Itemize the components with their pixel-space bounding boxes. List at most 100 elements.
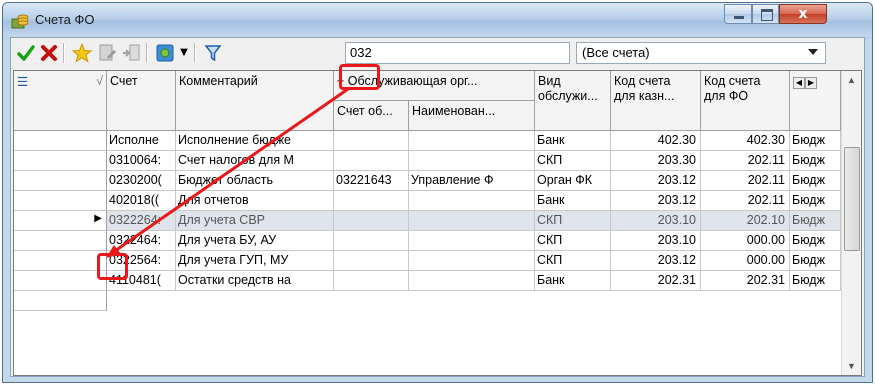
close-button[interactable]: x	[779, 4, 827, 24]
grid-cell-fo[interactable]: 402.30	[701, 131, 790, 151]
grid-cell-fo[interactable]: 202.31	[701, 271, 790, 291]
title-bar[interactable]: Счета ФО x	[3, 3, 872, 37]
grid-cell-vid[interactable]: СКП	[535, 211, 611, 231]
check-icon[interactable]	[17, 42, 35, 64]
grid-cell-name[interactable]	[409, 251, 535, 271]
row-indicator[interactable]	[14, 291, 107, 311]
row-indicator[interactable]	[14, 131, 107, 151]
grid-cell-name[interactable]	[409, 131, 535, 151]
grid-cell-vid[interactable]: Банк	[535, 131, 611, 151]
chevron-down-icon[interactable]	[808, 49, 818, 55]
grid-cell-comment[interactable]: Исполнение бюдже	[176, 131, 334, 151]
scrollbar-thumb[interactable]	[844, 147, 860, 251]
search-input[interactable]: 032	[345, 42, 570, 64]
grid-cell-acc[interactable]	[334, 211, 409, 231]
grid-cell-comment[interactable]: Остатки средств на	[176, 271, 334, 291]
grid-cell-kazn[interactable]: 203.12	[611, 191, 701, 211]
scroll-up-icon[interactable]: ▲	[847, 75, 856, 85]
grid-cell-kazn[interactable]: 203.12	[611, 251, 701, 271]
grid-cell-comment[interactable]: Счет налогов для М	[176, 151, 334, 171]
grid-cell-name[interactable]	[409, 231, 535, 251]
grid-cell-vid[interactable]: Орган ФК	[535, 171, 611, 191]
row-indicator[interactable]	[14, 171, 107, 191]
scroll-right-icon[interactable]: ▶	[805, 77, 817, 89]
grid-cell-vid[interactable]: Банк	[535, 271, 611, 291]
cancel-icon[interactable]	[40, 42, 58, 64]
grid-cell-last[interactable]: Бюдж	[790, 231, 841, 251]
row-indicator[interactable]	[14, 151, 107, 171]
grid-cell-fo[interactable]: 000.00	[701, 251, 790, 271]
col-header-serv-org-account[interactable]: Счет об...	[334, 101, 409, 131]
col-header-kod-fo[interactable]: Код счета для ФО	[701, 71, 790, 131]
grid-cell-vid[interactable]: СКП	[535, 231, 611, 251]
row-indicator[interactable]	[14, 251, 107, 271]
grid-cell-acc[interactable]	[334, 251, 409, 271]
grid-cell-schet[interactable]: Исполне	[107, 131, 176, 151]
grid-cell-name[interactable]: Управление Ф	[409, 171, 535, 191]
scroll-down-icon[interactable]: ▼	[847, 361, 856, 371]
vertical-scrollbar[interactable]: ▲ ▼	[841, 71, 861, 375]
grid-cell-comment[interactable]: Для отчетов	[176, 191, 334, 211]
grid-cell-vid[interactable]: СКП	[535, 151, 611, 171]
grid-cell-name[interactable]	[409, 151, 535, 171]
grid-cell-kazn[interactable]: 203.10	[611, 211, 701, 231]
grid-cell-kazn[interactable]: 202.31	[611, 271, 701, 291]
grid-cell-comment[interactable]: Для учета БУ, АУ	[176, 231, 334, 251]
chevron-down-icon[interactable]: ▼	[179, 42, 189, 64]
settings-icon[interactable]	[155, 42, 177, 64]
col-header-serv-org-name[interactable]: Наименован...	[409, 101, 535, 131]
grid-cell-name[interactable]	[409, 191, 535, 211]
grid-cell-schet[interactable]: 0310064:	[107, 151, 176, 171]
doc-edit-icon[interactable]	[97, 42, 117, 64]
col-header-schet[interactable]: Счет	[107, 71, 176, 131]
grid-cell-kazn[interactable]: 203.30	[611, 151, 701, 171]
grid-cell-last[interactable]: Бюдж	[790, 191, 841, 211]
grid-cell-acc[interactable]: 03221643	[334, 171, 409, 191]
grid-cell-last[interactable]: Бюдж	[790, 171, 841, 191]
grid-cell-kazn[interactable]: 402.30	[611, 131, 701, 151]
grid-cell-fo[interactable]: 202.11	[701, 191, 790, 211]
account-filter-select[interactable]: (Все счета)	[576, 42, 826, 64]
filter-icon[interactable]	[203, 42, 223, 64]
row-indicator[interactable]	[14, 271, 107, 291]
grid-cell-comment[interactable]: Бюджет область	[176, 171, 334, 191]
grid-cell-fo[interactable]: 202.11	[701, 151, 790, 171]
grid-cell-kazn[interactable]: 203.10	[611, 231, 701, 251]
grid-cell-name[interactable]	[409, 211, 535, 231]
grid-cell-fo[interactable]: 202.10	[701, 211, 790, 231]
grid-cell-last[interactable]: Бюдж	[790, 151, 841, 171]
grid-cell-acc[interactable]	[334, 131, 409, 151]
grid-cell-name[interactable]	[409, 271, 535, 291]
row-indicator[interactable]	[14, 191, 107, 211]
grid-cell-vid[interactable]: СКП	[535, 251, 611, 271]
col-header-comment[interactable]: Комментарий	[176, 71, 334, 131]
grid-cell-schet[interactable]: 0230200(	[107, 171, 176, 191]
row-indicator-header[interactable]: ☰ √	[14, 71, 107, 131]
grid-cell-schet[interactable]: 402018((	[107, 191, 176, 211]
grid-cell-last[interactable]: Бюдж	[790, 131, 841, 151]
grid-cell-schet[interactable]: 0322464:	[107, 231, 176, 251]
maximize-button[interactable]	[752, 4, 779, 24]
minimize-button[interactable]	[724, 4, 752, 24]
grid-cell-vid[interactable]: Банк	[535, 191, 611, 211]
grid-cell-kazn[interactable]: 203.12	[611, 171, 701, 191]
grid-cell-acc[interactable]	[334, 271, 409, 291]
row-indicator[interactable]: ▶	[14, 211, 107, 231]
grid-cell-schet[interactable]: 0322264:	[107, 211, 176, 231]
scroll-left-icon[interactable]: ◀	[793, 77, 805, 89]
grid-cell-last[interactable]: Бюдж	[790, 271, 841, 291]
grid-cell-fo[interactable]: 202.11	[701, 171, 790, 191]
grid-cell-last[interactable]: Бюдж	[790, 251, 841, 271]
grid-cell-fo[interactable]: 000.00	[701, 231, 790, 251]
col-header-kod-kazn[interactable]: Код счета для казн...	[611, 71, 701, 131]
grid-cell-acc[interactable]	[334, 231, 409, 251]
grid-cell-last[interactable]: Бюдж	[790, 211, 841, 231]
col-header-vid[interactable]: Вид обслужи...	[535, 71, 611, 131]
row-indicator[interactable]	[14, 231, 107, 251]
columns-chooser-icon[interactable]: ☰	[17, 74, 28, 89]
grid-cell-comment[interactable]: Для учета ГУП, МУ	[176, 251, 334, 271]
grid-cell-acc[interactable]	[334, 191, 409, 211]
grid-cell-acc[interactable]	[334, 151, 409, 171]
star-icon[interactable]	[72, 42, 92, 64]
doc-move-icon[interactable]	[121, 42, 141, 64]
